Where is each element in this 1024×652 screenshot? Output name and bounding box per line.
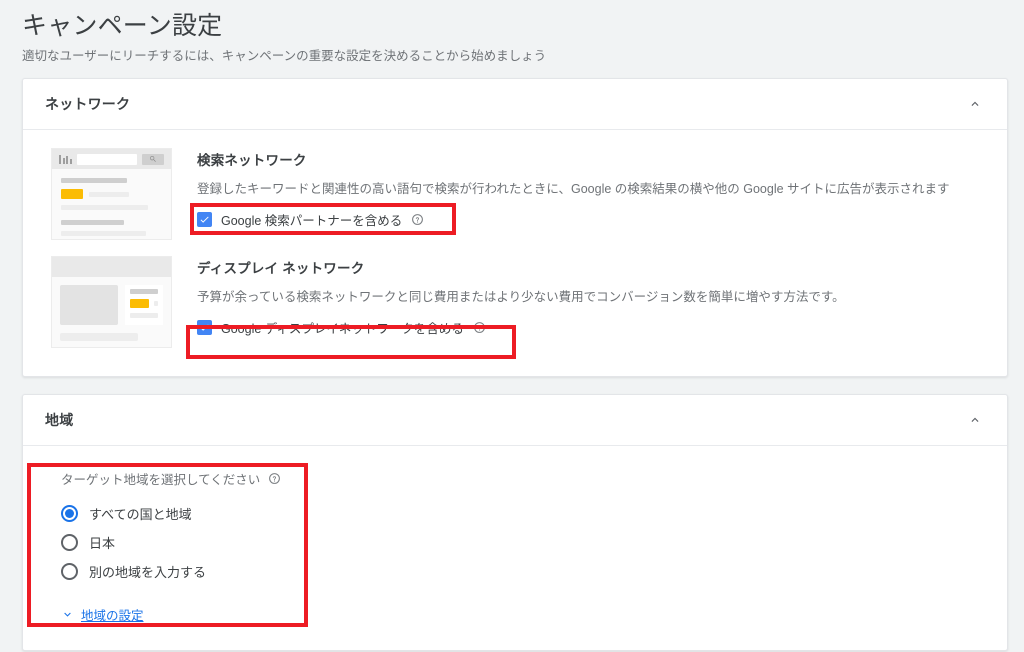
location-card-header[interactable]: 地域 [23, 395, 1007, 446]
location-settings-card: 地域 ターゲット地域を選択してください すべての国と地域 日本 別の地域を入力す… [22, 394, 1008, 651]
mock-ad-row [61, 189, 162, 199]
radio-option-all-countries[interactable]: すべての国と地域 [61, 499, 1007, 528]
radio-button[interactable] [61, 563, 78, 580]
mock-result-line [89, 191, 129, 197]
network-card-body: 検索ネットワーク 登録したキーワードと関連性の高い語句で検索が行われたときに、G… [23, 130, 1007, 376]
mock-result-line [130, 313, 158, 318]
mock-page-bar [52, 257, 171, 277]
mock-result-line [61, 220, 124, 225]
search-results-mock-thumbnail [51, 148, 172, 240]
radio-button[interactable] [61, 534, 78, 551]
search-network-description: 登録したキーワードと関連性の高い語句で検索が行われたときに、Google の検索… [197, 182, 950, 196]
location-settings-link-label: 地域の設定 [81, 609, 144, 623]
mock-result-line [60, 347, 138, 348]
mock-results-body [52, 169, 171, 236]
search-partners-checkbox-label: Google 検索パートナーを含める [221, 214, 403, 228]
search-icon [142, 153, 164, 165]
mock-ad-row [130, 299, 158, 308]
display-ad-mock-thumbnail [51, 256, 172, 348]
display-network-checkbox-label: Google ディスプレイネットワークを含める [221, 322, 464, 336]
radio-label: すべての国と地域 [89, 507, 192, 522]
chevron-up-icon[interactable] [965, 94, 985, 114]
chevron-up-icon[interactable] [965, 410, 985, 430]
page-title: キャンペーン設定 [22, 12, 223, 40]
search-network-title: 検索ネットワーク [197, 153, 307, 168]
radio-button[interactable] [61, 505, 78, 522]
mock-search-bar [52, 149, 171, 169]
radio-label: 日本 [89, 536, 116, 551]
mock-result-line [61, 205, 148, 210]
mock-result-line [60, 333, 138, 341]
target-location-label-row: ターゲット地域を選択してください [61, 469, 1007, 488]
display-network-description: 予算が余っている検索ネットワークと同じ費用またはより少ない費用でコンバージョン数… [197, 290, 845, 304]
network-card-header[interactable]: ネットワーク [23, 79, 1007, 130]
mock-ad-panel [125, 285, 163, 325]
mock-page-footer [60, 325, 163, 348]
page-subtitle: 適切なユーザーにリーチするには、キャンペーンの重要な設定を決めることから始めまし… [22, 49, 547, 63]
radio-option-enter-another-location[interactable]: 別の地域を入力する [61, 557, 1007, 586]
help-circle-icon[interactable] [473, 321, 486, 334]
mock-result-line [61, 178, 127, 183]
mock-logo-icon [59, 154, 72, 164]
location-radio-group: すべての国と地域 日本 別の地域を入力する [61, 499, 1007, 586]
mock-result-line [61, 231, 146, 236]
mock-result-line [130, 289, 158, 294]
page-header: キャンペーン設定 適切なユーザーにリーチするには、キャンペーンの重要な設定を決め… [0, 0, 1024, 65]
display-network-checkbox-row[interactable]: Google ディスプレイネットワークを含める [197, 318, 1007, 337]
search-partners-checkbox[interactable] [197, 212, 212, 227]
campaign-settings-page: キャンペーン設定 適切なユーザーにリーチするには、キャンペーンの重要な設定を決め… [0, 0, 1024, 652]
radio-label: 別の地域を入力する [89, 565, 207, 580]
help-circle-icon[interactable] [268, 472, 281, 485]
display-network-row: ディスプレイ ネットワーク 予算が余っている検索ネットワークと同じ費用またはより… [23, 240, 1007, 376]
search-partners-checkbox-row[interactable]: Google 検索パートナーを含める [197, 210, 1007, 229]
display-network-checkbox[interactable] [197, 320, 212, 335]
location-card-title: 地域 [45, 412, 74, 428]
target-location-label: ターゲット地域を選択してください [61, 473, 261, 487]
search-network-row: 検索ネットワーク 登録したキーワードと関連性の高い語句で検索が行われたときに、G… [23, 130, 1007, 240]
chevron-down-icon [61, 608, 74, 621]
mock-page-main [60, 285, 163, 325]
mock-result-line [154, 301, 158, 306]
location-settings-expander[interactable]: 地域の設定 [61, 605, 144, 624]
help-circle-icon[interactable] [411, 213, 424, 226]
ad-badge [130, 299, 149, 308]
mock-page-body [52, 277, 171, 348]
display-network-text: ディスプレイ ネットワーク 予算が余っている検索ネットワークと同じ費用またはより… [172, 256, 1007, 348]
ad-badge [61, 189, 83, 199]
radio-option-japan[interactable]: 日本 [61, 528, 1007, 557]
location-card-body: ターゲット地域を選択してください すべての国と地域 日本 別の地域を入力する 地… [23, 446, 1007, 650]
mock-content-block [60, 285, 118, 325]
network-card-title: ネットワーク [45, 96, 131, 112]
mock-search-field [76, 153, 137, 165]
search-network-text: 検索ネットワーク 登録したキーワードと関連性の高い語句で検索が行われたときに、G… [172, 148, 1007, 240]
display-network-title: ディスプレイ ネットワーク [197, 261, 365, 276]
network-settings-card: ネットワーク 検索ネットワーク 登録したキーワードと関連性の高い語句で検索が行わ… [22, 78, 1008, 377]
